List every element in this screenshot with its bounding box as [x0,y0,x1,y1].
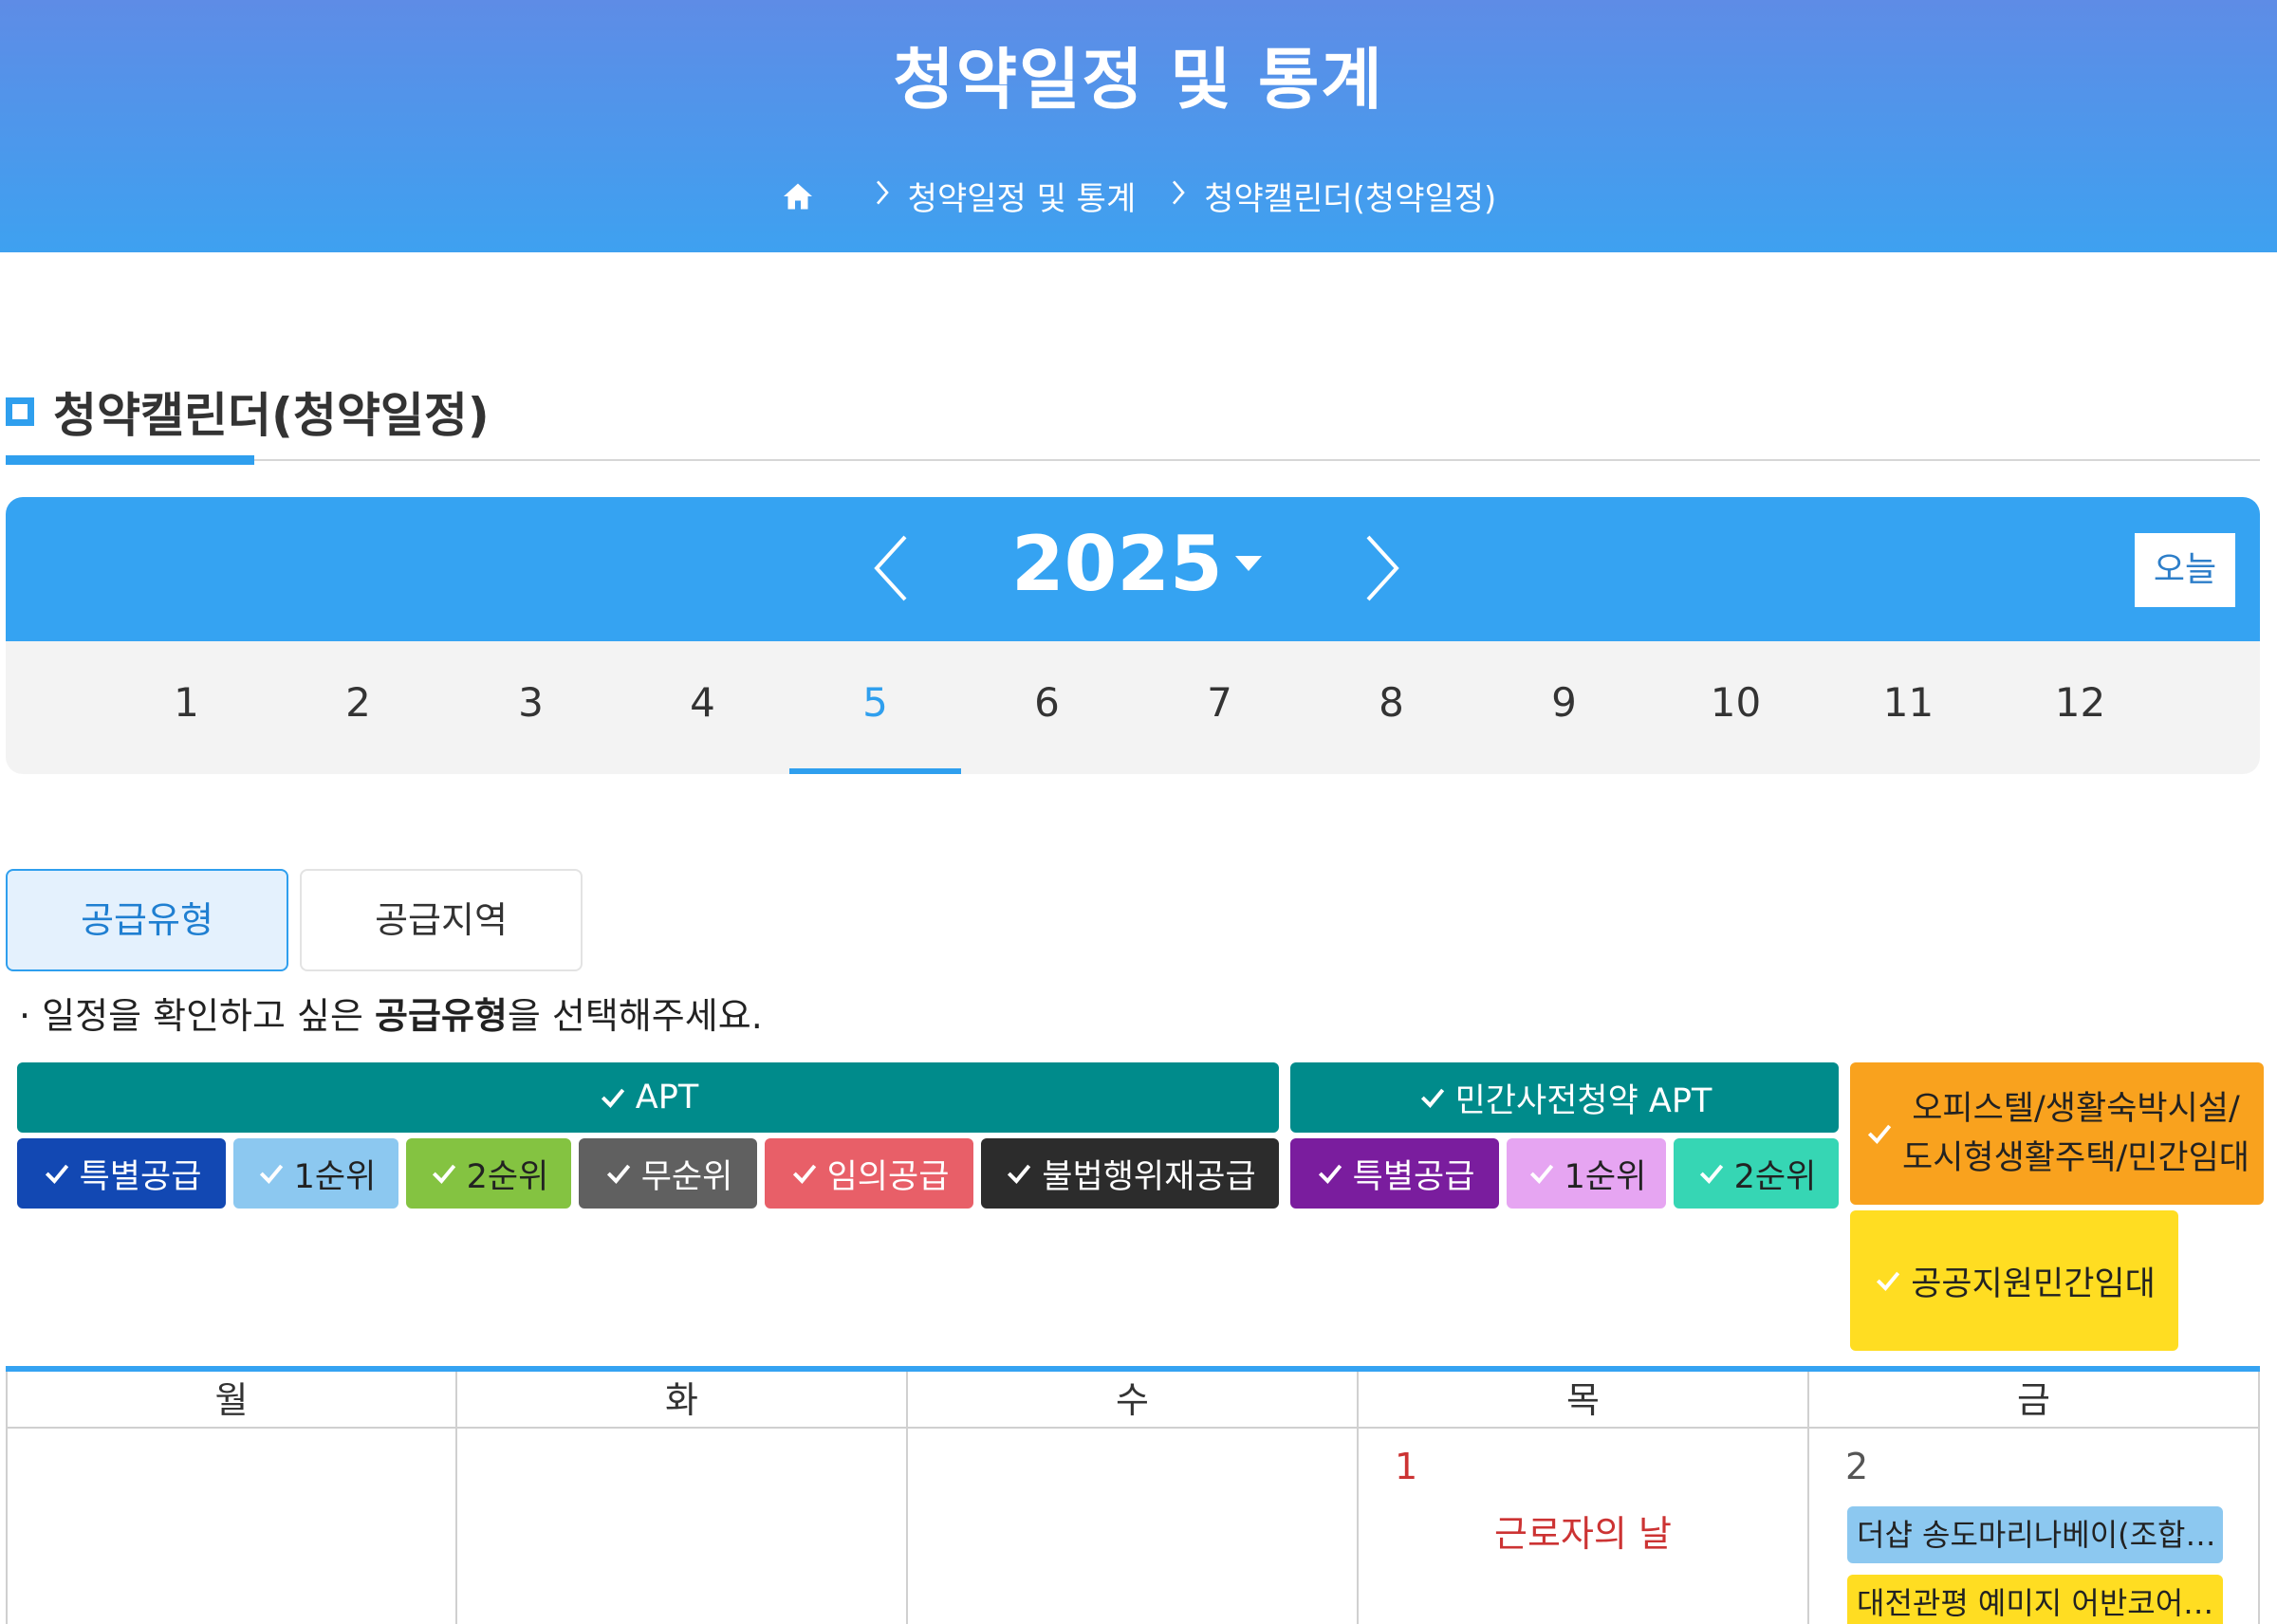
filter-apt-special[interactable]: 특별공급 [17,1138,226,1209]
check-icon [603,1158,634,1189]
breadcrumb-item-calendar[interactable]: 청약캘린더(청약일정) [1204,173,1496,219]
check-icon [1315,1158,1345,1189]
calendar-event[interactable]: 대전관평 예미지 어반코어… [1847,1575,2223,1624]
weekday-mon: 월 [6,1372,457,1429]
calendar-event[interactable]: 더샵 송도마리나베이(조합… [1847,1506,2223,1563]
check-icon [789,1158,820,1189]
month-tabs: 1 2 3 4 5 6 7 8 9 10 11 12 [6,641,2260,774]
calendar-grid: 월 화 수 목 금 1 근로자의 날 2 더샵 송도마리나베이(조합… 대전관평… [6,1372,2260,1624]
chevron-right-icon [1170,178,1187,214]
month-tab-3[interactable]: 3 [445,679,617,774]
month-tab-1[interactable]: 1 [101,679,272,774]
filter-officetel[interactable]: 오피스텔/생활숙박시설/ 도시형생활주택/민간임대 [1850,1062,2264,1205]
square-bullet-icon [6,397,34,426]
tab-supply-type[interactable]: 공급유형 [6,869,288,971]
calendar-cell-day-2[interactable]: 2 더샵 송도마리나베이(조합… 대전관평 예미지 어반코어… [1809,1429,2260,1624]
page-header: 청약일정 및 통계 청약일정 및 통계 청약캘린더(청약일정) [0,0,2277,252]
filter-pre-apt-all[interactable]: 민간사전청약 APT [1290,1062,1839,1133]
month-tab-7[interactable]: 7 [1134,679,1305,774]
filter-pre-second[interactable]: 2순위 [1674,1138,1839,1209]
breadcrumb-item-stats[interactable]: 청약일정 및 통계 [908,173,1137,219]
filter-public-rental[interactable]: 공공지원민간임대 [1850,1210,2178,1351]
check-icon [598,1082,628,1113]
tab-supply-region[interactable]: 공급지역 [300,869,583,971]
calendar-cell-empty [6,1429,457,1624]
month-tab-4[interactable]: 4 [617,679,788,774]
month-tab-9[interactable]: 9 [1478,679,1650,774]
month-tab-2[interactable]: 2 [272,679,444,774]
filter-apt-resupply[interactable]: 불법행위재공급 [981,1138,1279,1209]
day-number: 1 [1395,1446,1418,1487]
filter-apt-all[interactable]: APT [17,1062,1279,1133]
page-title: 청약일정 및 통계 [893,41,1384,119]
filter-pre-first[interactable]: 1순위 [1507,1138,1666,1209]
weekday-tue: 화 [457,1372,908,1429]
filter-apt-optional[interactable]: 임의공급 [765,1138,973,1209]
holiday-label: 근로자의 날 [1494,1513,1672,1555]
weekday-wed: 수 [908,1372,1359,1429]
section-divider [6,459,2260,461]
selection-hint: · 일정을 확인하고 싶은 공급유형을 선택해주세요. [19,995,763,1037]
section-title: 청약캘린더(청약일정) [6,378,490,446]
year-select[interactable]: 2025 [1011,520,1223,608]
weekday-fri: 금 [1809,1372,2260,1429]
month-tab-12[interactable]: 12 [1994,679,2166,774]
check-icon [42,1158,72,1189]
month-tab-6[interactable]: 6 [961,679,1133,774]
breadcrumb: 청약일정 및 통계 청약캘린더(청약일정) [0,173,2277,219]
month-tab-10[interactable]: 10 [1650,679,1822,774]
year-navigation-bar: 2025 오늘 [6,497,2260,641]
check-icon [1873,1265,1903,1296]
check-icon [1864,1118,1895,1149]
month-tab-11[interactable]: 11 [1823,679,1994,774]
check-icon [1004,1158,1034,1189]
month-tab-8[interactable]: 8 [1305,679,1477,774]
filter-apt-unranked[interactable]: 무순위 [579,1138,757,1209]
calendar-cell-day-1[interactable]: 1 근로자의 날 [1359,1429,1809,1624]
month-tab-5[interactable]: 5 [789,679,961,774]
check-icon [1527,1158,1557,1189]
section-divider-accent [6,455,254,465]
home-icon[interactable] [781,179,815,213]
filter-apt-second[interactable]: 2순위 [406,1138,571,1209]
check-icon [429,1158,459,1189]
check-icon [1696,1158,1727,1189]
today-button[interactable]: 오늘 [2135,533,2235,607]
day-number: 2 [1845,1446,1869,1487]
filter-pre-special[interactable]: 특별공급 [1290,1138,1499,1209]
section-title-text: 청약캘린더(청약일정) [53,388,490,443]
prev-year-button[interactable] [863,526,920,611]
calendar-cell-empty [908,1429,1359,1624]
check-icon [256,1158,287,1189]
chevron-right-icon [874,178,891,214]
caret-down-icon[interactable] [1235,556,1262,571]
calendar-cell-empty [457,1429,908,1624]
weekday-thu: 목 [1359,1372,1809,1429]
filter-apt-first[interactable]: 1순위 [233,1138,398,1209]
check-icon [1417,1082,1448,1113]
next-year-button[interactable] [1353,526,1410,611]
